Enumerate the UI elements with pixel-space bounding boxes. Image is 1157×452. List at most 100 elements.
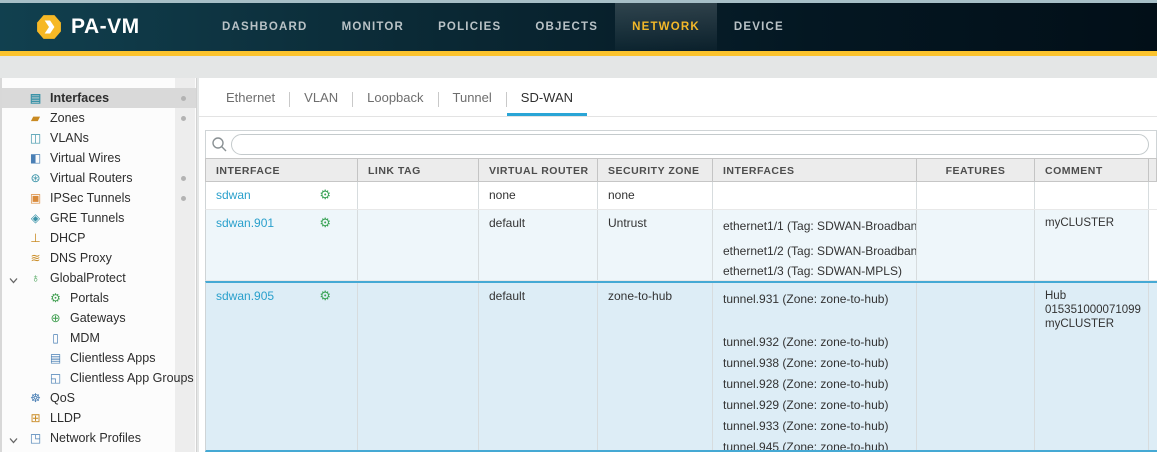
network-profiles-icon: ◳: [27, 431, 44, 445]
sidebar-item-virtual-wires[interactable]: ◧Virtual Wires: [2, 148, 196, 168]
sidebar-item-gateways[interactable]: ⊕Gateways: [2, 308, 196, 328]
sidebar-item-mdm[interactable]: ▯MDM: [2, 328, 196, 348]
clientless-apps-icon: ▤: [47, 351, 64, 365]
gear-icon[interactable]: ⚙: [319, 188, 331, 209]
sidebar-item-virtual-routers[interactable]: ⊛ Virtual Routers: [2, 168, 196, 188]
sidebar-item-clientless-app-groups[interactable]: ◱ Clientless App Groups: [2, 368, 196, 388]
column-header-comment[interactable]: COMMENT: [1035, 159, 1149, 181]
status-dot-icon: [181, 96, 186, 101]
tab-tunnel[interactable]: Tunnel: [439, 90, 506, 116]
virtual-routers-icon: ⊛: [27, 171, 44, 185]
nav-item-device[interactable]: DEVICE: [717, 3, 801, 51]
sidebar-item-label: MDM: [70, 331, 100, 345]
chevron-down-icon[interactable]: [9, 274, 18, 283]
interface-type-tabs: EthernetVLANLoopbackTunnelSD-WAN: [199, 78, 1157, 117]
sidebar-item-label: Clientless App Groups: [70, 371, 194, 385]
table-header-row: INTERFACELINK TAGVIRTUAL ROUTERSECURITY …: [205, 158, 1157, 182]
sidebar-item-globalprotect[interactable]: ♁GlobalProtect: [2, 268, 196, 288]
table-row[interactable]: sdwan.901⚙defaultUntrustethernet1/1 (Tag…: [205, 210, 1157, 281]
nav-item-network[interactable]: NETWORK: [615, 3, 717, 51]
member-interface: ethernet1/1 (Tag: SDWAN-Broadband): [723, 216, 912, 236]
brand-logo: PA-VM: [36, 3, 140, 51]
sidebar-item-ipsec-tunnels[interactable]: ▣IPSec Tunnels: [2, 188, 196, 208]
interface-link[interactable]: sdwan: [216, 188, 251, 209]
interface-link[interactable]: sdwan.901: [216, 216, 274, 280]
status-dot-icon: [181, 116, 186, 121]
table-row[interactable]: sdwan.905⚙defaultzone-to-hubtunnel.931 (…: [205, 281, 1157, 452]
column-header-sliver: [1149, 159, 1157, 181]
member-interface: tunnel.931 (Zone: zone-to-hub): [723, 289, 912, 310]
cell-interfaces: tunnel.931 (Zone: zone-to-hub)tunnel.932…: [713, 283, 917, 450]
comment-line: Hub: [1045, 289, 1144, 303]
cell-interface: sdwan.901 ⚙: [206, 210, 358, 280]
pa-vm-console: PA-VM DASHBOARDMONITORPOLICIESOBJECTSNET…: [0, 0, 1157, 452]
sidebar-item-qos[interactable]: ☸QoS: [2, 388, 196, 408]
cell-link-tag: [358, 182, 479, 209]
nav-item-policies[interactable]: POLICIES: [421, 3, 518, 51]
sidebar-item-gre-tunnels[interactable]: ◈GRE Tunnels: [2, 208, 196, 228]
sidebar-item-vlans[interactable]: ◫VLANs: [2, 128, 196, 148]
tab-sd-wan[interactable]: SD-WAN: [507, 90, 587, 116]
sidebar-item-dhcp[interactable]: ⊥DHCP: [2, 228, 196, 248]
chevron-down-icon[interactable]: [9, 434, 18, 443]
clientless-app-groups-icon: ◱: [47, 371, 64, 385]
member-interface: tunnel.938 (Zone: zone-to-hub): [723, 353, 912, 374]
column-header-security-zone[interactable]: SECURITY ZONE: [598, 159, 713, 181]
sidebar-item-interfaces[interactable]: ▤Interfaces: [2, 88, 196, 108]
nav-item-objects[interactable]: OBJECTS: [518, 3, 615, 51]
sidebar-item-label: LLDP: [50, 411, 81, 425]
qos-icon: ☸: [27, 391, 44, 405]
sidebar-item-zones[interactable]: ▰Zones: [2, 108, 196, 128]
column-header-interface[interactable]: INTERFACE: [206, 159, 358, 181]
lldp-icon: ⊞: [27, 411, 44, 425]
cell-comment: [1035, 182, 1149, 209]
cell-features: [917, 182, 1035, 209]
member-interface: tunnel.933 (Zone: zone-to-hub): [723, 416, 912, 437]
gateways-icon: ⊕: [47, 311, 64, 325]
tab-loopback[interactable]: Loopback: [353, 90, 437, 116]
sidebar-item-label: DNS Proxy: [50, 251, 112, 265]
comment-line: 015351000071099: [1045, 303, 1144, 317]
status-dot-icon: [181, 196, 186, 201]
sidebar-item-clientless-apps[interactable]: ▤ Clientless Apps: [2, 348, 196, 368]
virtual-wires-icon: ◧: [27, 151, 44, 165]
table-box: INTERFACELINK TAGVIRTUAL ROUTERSECURITY …: [205, 130, 1157, 452]
cell-security-zone: none: [598, 182, 713, 209]
sidebar-item-label: Portals: [70, 291, 109, 305]
sidebar-item-label: Network Profiles: [50, 431, 141, 445]
status-dot-icon: [181, 176, 186, 181]
tab-ethernet[interactable]: Ethernet: [212, 90, 289, 116]
sidebar-item-label: Clientless Apps: [70, 351, 155, 365]
member-interface: ethernet1/3 (Tag: SDWAN-MPLS): [723, 261, 912, 280]
cell-interface: sdwan ⚙: [206, 182, 358, 209]
cell-security-zone: zone-to-hub: [598, 283, 713, 450]
tab-vlan[interactable]: VLAN: [290, 90, 352, 116]
vlans-icon: ◫: [27, 131, 44, 145]
cell-features: [917, 283, 1035, 450]
globalprotect-icon: ♁: [27, 271, 44, 285]
cell-comment: myCLUSTER: [1035, 210, 1149, 280]
nav-item-dashboard[interactable]: DASHBOARD: [205, 3, 325, 51]
column-header-virtual-router[interactable]: VIRTUAL ROUTER: [479, 159, 598, 181]
sidebar-item-lldp[interactable]: ⊞ LLDP: [2, 408, 196, 428]
dns-proxy-icon: ≋: [27, 251, 44, 265]
sidebar-item-label: Virtual Routers: [50, 171, 132, 185]
search-input[interactable]: [231, 134, 1149, 155]
member-interface: ethernet1/2 (Tag: SDWAN-Broadband): [723, 241, 912, 261]
nav-item-monitor[interactable]: MONITOR: [325, 3, 422, 51]
sidebar-item-dns-proxy[interactable]: ≋ DNS Proxy: [2, 248, 196, 268]
sidebar-item-portals[interactable]: ⚙Portals: [2, 288, 196, 308]
interfaces-icon: ▤: [27, 91, 44, 105]
app-header: PA-VM DASHBOARDMONITORPOLICIESOBJECTSNET…: [0, 3, 1157, 51]
column-header-link-tag[interactable]: LINK TAG: [358, 159, 479, 181]
column-header-interfaces[interactable]: INTERFACES: [713, 159, 917, 181]
sidebar-item-network-profiles[interactable]: ◳ Network Profiles: [2, 428, 196, 448]
column-header-features[interactable]: FEATURES: [917, 159, 1035, 181]
interface-link[interactable]: sdwan.905: [216, 289, 274, 450]
gear-icon[interactable]: ⚙: [319, 216, 331, 280]
cell-virtual-router: none: [479, 182, 598, 209]
gear-icon[interactable]: ⚙: [319, 289, 331, 450]
table-row[interactable]: sdwan ⚙ nonenone: [205, 182, 1157, 210]
cell-comment: Hub015351000071099myCLUSTER: [1035, 283, 1149, 450]
cell-interfaces: ethernet1/1 (Tag: SDWAN-Broadband) ethern…: [713, 210, 917, 280]
